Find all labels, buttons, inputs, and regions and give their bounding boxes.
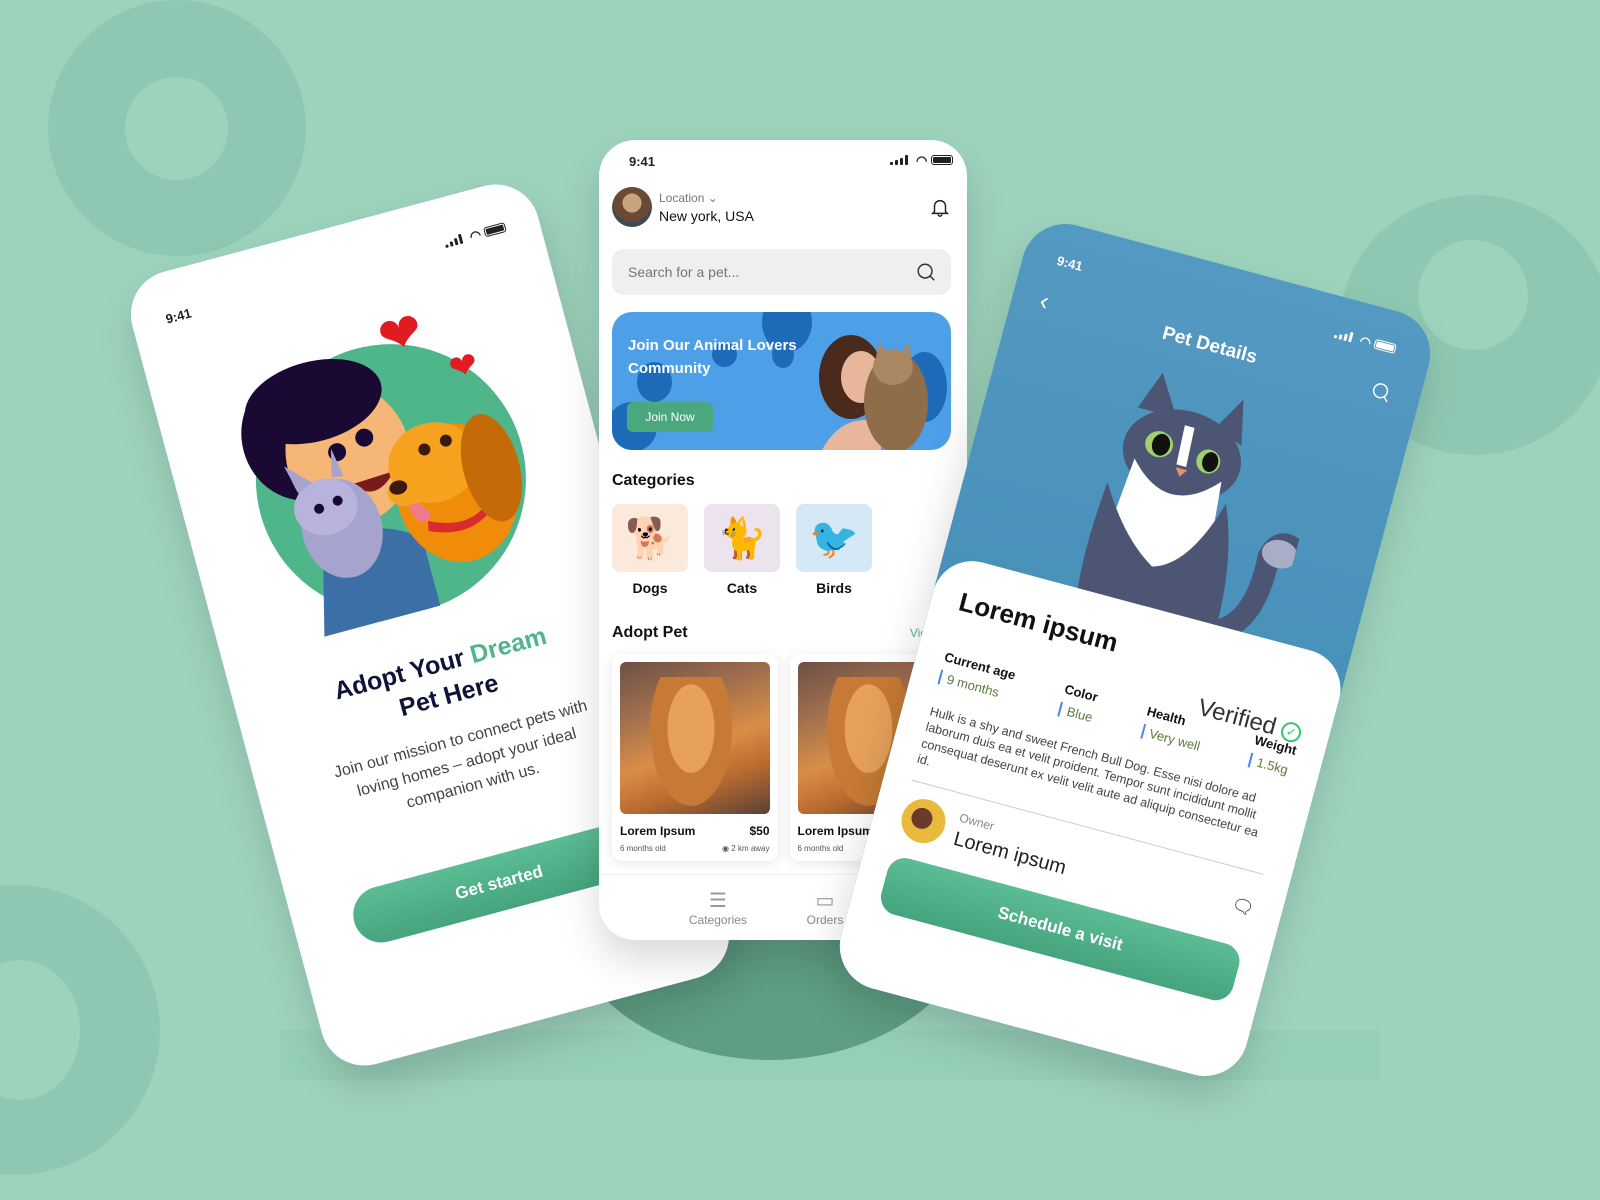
battery-icon	[931, 155, 953, 165]
search-input[interactable]	[628, 264, 915, 280]
nav-categories[interactable]: ☰ Categories	[689, 889, 747, 927]
pet-age: 6 months old	[797, 844, 844, 853]
pet-name: Lorem Ipsum	[797, 824, 873, 838]
stat-value: 1.5kg	[1247, 752, 1293, 779]
pet-distance: 2 km away	[731, 844, 770, 853]
location-header: Location ⌄ New york, USA	[599, 169, 967, 227]
adopt-pet-header: Adopt Pet View all	[612, 624, 951, 642]
categories-list: 🐕 Dogs 🐈 Cats 🐦 Birds	[612, 504, 967, 596]
status-icons: ◠	[443, 220, 508, 252]
search-bar	[612, 249, 951, 295]
categories-heading: Categories	[612, 472, 695, 489]
verified-check-icon: ✓	[1278, 719, 1304, 745]
category-dogs[interactable]: 🐕 Dogs	[612, 504, 688, 596]
cat-image: 🐈	[704, 504, 780, 572]
chevron-down-icon: ⌄	[707, 190, 718, 205]
location-pin-icon: ◉	[722, 844, 730, 853]
orders-icon: ▭	[815, 889, 835, 912]
pet-photo	[620, 662, 770, 814]
dog-image: 🐕	[612, 504, 688, 572]
owner-avatar	[896, 794, 951, 849]
pet-card[interactable]: Lorem Ipsum $50 6 months old ◉ 2 km away	[612, 654, 778, 861]
hero-illustration: ❤ ❤	[211, 292, 566, 647]
woman-kissing-cat-photo	[819, 335, 928, 450]
nav-label: Orders	[806, 912, 844, 927]
banner-title: Join Our Animal Lovers Community	[628, 337, 797, 378]
status-bar: 9:41 ◠	[599, 140, 967, 169]
community-banner: Join Our Animal Lovers Community Join No…	[612, 312, 951, 450]
bell-icon[interactable]	[929, 196, 951, 218]
pet-name: Lorem Ipsum	[620, 824, 696, 838]
search-icon[interactable]	[1368, 378, 1395, 405]
stat-color: Color Blue	[1057, 681, 1100, 725]
bird-image: 🐦	[796, 504, 872, 572]
category-birds[interactable]: 🐦 Birds	[796, 504, 872, 596]
pet-age: 6 months old	[620, 844, 666, 853]
location-label: Location	[659, 190, 705, 205]
stat-value: Blue	[1057, 701, 1095, 725]
wifi-icon: ◠	[916, 153, 928, 168]
nav-label: Categories	[688, 912, 747, 927]
chat-icon[interactable]: 🗨	[1229, 894, 1256, 920]
stat-label: Color	[1062, 681, 1100, 705]
category-label: Cats	[726, 580, 758, 596]
join-now-button[interactable]: Join Now	[627, 402, 713, 432]
back-chevron-icon[interactable]: ‹	[1036, 285, 1053, 317]
bg-ring-hole	[1418, 240, 1528, 350]
search-icon[interactable]	[915, 261, 937, 283]
bg-ring-hole	[125, 77, 228, 180]
signal-icon	[1333, 328, 1354, 343]
details-title: Pet Details	[1160, 322, 1260, 368]
status-time: 9:41	[163, 304, 193, 327]
battery-icon	[1373, 338, 1398, 355]
location-selector[interactable]: Location ⌄ New york, USA	[659, 191, 929, 224]
wifi-icon: ◠	[1357, 332, 1373, 351]
stat-age: Current age 9 months	[937, 649, 1017, 703]
battery-icon	[482, 222, 507, 238]
list-icon: ☰	[708, 889, 727, 912]
location-value: New york, USA	[659, 207, 754, 224]
signal-icon	[444, 233, 464, 248]
title-accent: Dream	[467, 621, 550, 670]
status-time: 9:41	[629, 153, 656, 169]
nav-orders[interactable]: ▭ Orders	[807, 889, 844, 927]
signal-icon	[890, 155, 909, 165]
user-avatar[interactable]	[612, 187, 652, 227]
status-icons: ◠	[890, 153, 953, 169]
pet-price: $50	[749, 824, 770, 838]
adopt-pet-heading: Adopt Pet	[612, 624, 688, 641]
category-cats[interactable]: 🐈 Cats	[704, 504, 780, 596]
wifi-icon: ◠	[468, 226, 483, 245]
category-label: Birds	[816, 580, 852, 596]
category-label: Dogs	[632, 580, 668, 596]
